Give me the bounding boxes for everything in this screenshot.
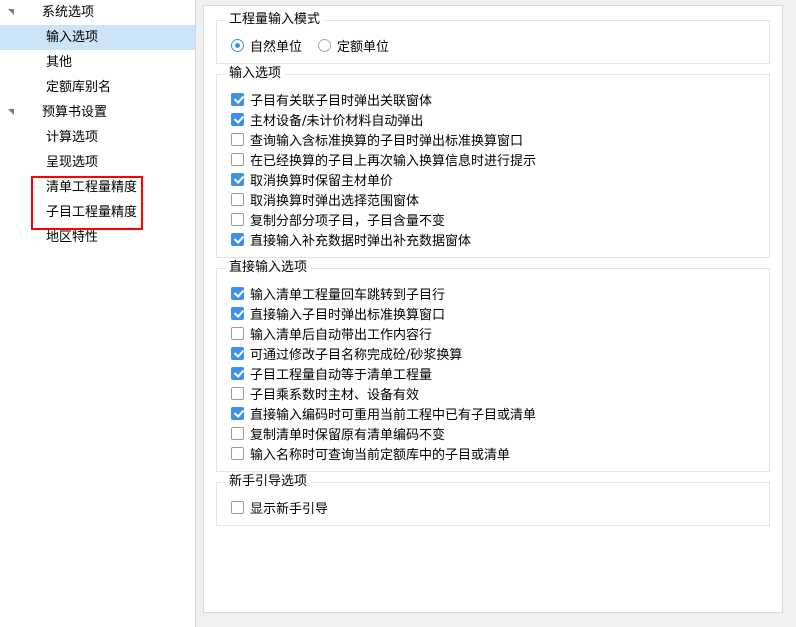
checkbox-label-6[interactable]: 复制分部分项子目，子目含量不变 (250, 210, 445, 229)
checkbox-label-7[interactable]: 复制清单时保留原有清单编码不变 (250, 424, 445, 443)
sidebar-item-label: 子目工程量精度 (46, 205, 138, 220)
checkbox-label-0[interactable]: 子目有关联子目时弹出关联窗体 (250, 90, 432, 109)
sidebar-item-label: 呈现选项 (46, 155, 99, 170)
options-dialog: 系统选项 输入选项 其他 定额库别名 预算书设置 计算选项 呈现选项 清单工程量精度 子目工程量… (0, 0, 796, 627)
checkbox-label-5[interactable]: 取消换算时弹出选择范围窗体 (250, 190, 419, 209)
sidebar-item-5[interactable]: 计算选项 (0, 125, 195, 150)
options-content-panel: 工程量输入模式自然单位 定额单位输入选项子目有关联子目时弹出关联窗体 主材设备/未计… (203, 5, 783, 613)
option-group-0: 工程量输入模式自然单位 定额单位 (216, 13, 770, 64)
checkbox-label-0[interactable]: 输入清单工程量回车跳转到子目行 (250, 284, 445, 303)
checkbox-7[interactable] (231, 426, 244, 440)
sidebar-item-label: 其他 (46, 55, 73, 70)
tree-expand-arrow-icon[interactable] (8, 109, 14, 115)
sidebar-item-3[interactable]: 定额库别名 (0, 75, 195, 100)
checkbox-row-0[interactable]: 输入清单工程量回车跳转到子目行 (231, 283, 759, 303)
sidebar-item-7[interactable]: 清单工程量精度 (0, 175, 195, 200)
option-group-legend: 直接输入选项 (225, 261, 312, 275)
tree-container: 系统选项输入选项其他定额库别名预算书设置计算选项呈现选项清单工程量精度 子目工程量… (0, 0, 195, 250)
checkbox-row-7[interactable]: 复制清单时保留原有清单编码不变 (231, 423, 759, 443)
checkbox-0[interactable] (231, 92, 244, 106)
radio-label-1[interactable]: 定额单位 (337, 36, 389, 55)
option-group-legend: 工程量输入模式 (225, 13, 325, 27)
tree-expand-arrow-icon[interactable] (8, 9, 14, 15)
radio-group: 自然单位 定额单位 (231, 35, 759, 55)
checkbox-6[interactable] (231, 406, 244, 420)
checkbox-row-4[interactable]: 取消换算时保留主材单价 (231, 169, 759, 189)
checkbox-row-6[interactable]: 复制分部分项子目，子目含量不变 (231, 209, 759, 229)
checkbox-row-6[interactable]: 直接输入编码时可重用当前工程中已有子目或清单 (231, 403, 759, 423)
checkbox-row-5[interactable]: 取消换算时弹出选择范围窗体 (231, 189, 759, 209)
checkbox-row-1[interactable]: 主材设备/未计价材料自动弹出 (231, 109, 759, 129)
checkbox-5[interactable] (231, 386, 244, 400)
sidebar-item-9[interactable]: 地区特性 (0, 225, 195, 250)
checkbox-label-3[interactable]: 在已经换算的子目上再次输入换算信息时进行提示 (250, 150, 536, 169)
checkbox-0[interactable] (231, 286, 244, 300)
checkbox-label-3[interactable]: 可通过修改子目名称完成砼/砂浆换算 (250, 344, 462, 363)
checkbox-row-2[interactable]: 查询输入含标准换算的子目时弹出标准换算窗口 (231, 129, 759, 149)
checkbox-8[interactable] (231, 446, 244, 460)
sidebar-item-6[interactable]: 呈现选项 (0, 150, 195, 175)
checkbox-row-3[interactable]: 在已经换算的子目上再次输入换算信息时进行提示 (231, 149, 759, 169)
sidebar-item-label: 定额库别名 (46, 80, 112, 95)
option-group-3: 新手引导选项显示新手引导 (216, 475, 770, 526)
sidebar-item-label: 预算书设置 (42, 105, 108, 120)
checkbox-2[interactable] (231, 132, 244, 146)
checkbox-2[interactable] (231, 326, 244, 340)
checkbox-row-7[interactable]: 直接输入补充数据时弹出补充数据窗体 (231, 229, 759, 249)
sidebar-item-0[interactable]: 系统选项 (0, 0, 195, 25)
sidebar-item-8[interactable]: 子目工程量精度 (0, 200, 195, 225)
checkbox-label-1[interactable]: 主材设备/未计价材料自动弹出 (250, 110, 423, 129)
checkbox-label-0[interactable]: 显示新手引导 (250, 498, 328, 517)
checkbox-row-1[interactable]: 直接输入子目时弹出标准换算窗口 (231, 303, 759, 323)
radio-button-1[interactable] (318, 38, 332, 52)
checkbox-6[interactable] (231, 212, 244, 226)
checkbox-row-8[interactable]: 输入名称时可查询当前定额库中的子目或清单 (231, 443, 759, 463)
sidebar-item-2[interactable]: 其他 (0, 50, 195, 75)
checkbox-3[interactable] (231, 346, 244, 360)
sidebar-item-label: 系统选项 (42, 5, 95, 20)
checkbox-row-5[interactable]: 子目乘系数时主材、设备有效 (231, 383, 759, 403)
checkbox-label-2[interactable]: 查询输入含标准换算的子目时弹出标准换算窗口 (250, 130, 523, 149)
sidebar-item-4[interactable]: 预算书设置 (0, 100, 195, 125)
option-group-legend: 输入选项 (225, 67, 286, 81)
checkbox-label-2[interactable]: 输入清单后自动带出工作内容行 (250, 324, 432, 343)
radio-label-0[interactable]: 自然单位 (250, 36, 302, 55)
checkbox-5[interactable] (231, 192, 244, 206)
checkbox-label-4[interactable]: 子目工程量自动等于清单工程量 (250, 364, 432, 383)
checkbox-label-4[interactable]: 取消换算时保留主材单价 (250, 170, 393, 189)
sidebar-item-label: 清单工程量精度 (46, 180, 138, 195)
checkbox-0[interactable] (231, 500, 244, 514)
checkbox-row-4[interactable]: 子目工程量自动等于清单工程量 (231, 363, 759, 383)
groups-container: 工程量输入模式自然单位 定额单位输入选项子目有关联子目时弹出关联窗体 主材设备/未计… (204, 13, 782, 526)
checkbox-row-2[interactable]: 输入清单后自动带出工作内容行 (231, 323, 759, 343)
checkbox-row-0[interactable]: 子目有关联子目时弹出关联窗体 (231, 89, 759, 109)
option-group-2: 直接输入选项输入清单工程量回车跳转到子目行 直接输入子目时弹出标准换算窗口 输入清单… (216, 261, 770, 472)
sidebar-item-1[interactable]: 输入选项 (0, 25, 195, 50)
checkbox-label-7[interactable]: 直接输入补充数据时弹出补充数据窗体 (250, 230, 471, 249)
checkbox-4[interactable] (231, 366, 244, 380)
radio-button-0[interactable] (231, 38, 244, 52)
checkbox-row-3[interactable]: 可通过修改子目名称完成砼/砂浆换算 (231, 343, 759, 363)
option-group-1: 输入选项子目有关联子目时弹出关联窗体 主材设备/未计价材料自动弹出 查询输入含标准换… (216, 67, 770, 258)
settings-nav-tree[interactable]: 系统选项输入选项其他定额库别名预算书设置计算选项呈现选项清单工程量精度 子目工程量… (0, 0, 196, 627)
checkbox-row-0[interactable]: 显示新手引导 (231, 497, 759, 517)
checkbox-label-8[interactable]: 输入名称时可查询当前定额库中的子目或清单 (250, 444, 510, 463)
checkbox-1[interactable] (231, 112, 244, 126)
sidebar-item-label: 计算选项 (46, 130, 99, 145)
checkbox-4[interactable] (231, 172, 244, 186)
checkbox-7[interactable] (231, 232, 244, 246)
checkbox-label-6[interactable]: 直接输入编码时可重用当前工程中已有子目或清单 (250, 404, 536, 423)
sidebar-item-label: 输入选项 (46, 30, 99, 45)
checkbox-label-1[interactable]: 直接输入子目时弹出标准换算窗口 (250, 304, 445, 323)
checkbox-1[interactable] (231, 306, 244, 320)
option-group-legend: 新手引导选项 (225, 475, 312, 489)
sidebar-item-label: 地区特性 (46, 230, 99, 245)
checkbox-3[interactable] (231, 152, 244, 166)
checkbox-label-5[interactable]: 子目乘系数时主材、设备有效 (250, 384, 419, 403)
